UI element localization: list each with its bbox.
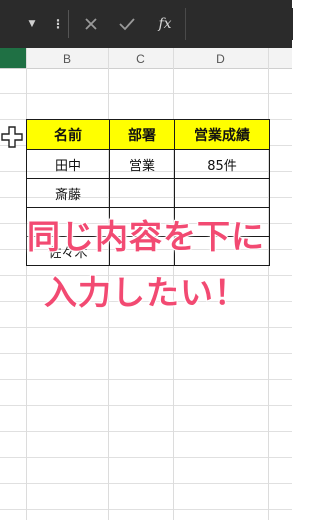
- more-options-icon[interactable]: ⋮: [52, 15, 64, 33]
- select-all-corner[interactable]: [0, 48, 26, 68]
- table-cell[interactable]: 斎藤: [26, 178, 110, 208]
- table-header-row: 名前 部署 営業成績: [26, 119, 270, 150]
- table-cell[interactable]: [109, 178, 175, 208]
- table-row: 田中 営業 85件: [26, 149, 270, 179]
- header-cell-name[interactable]: 名前: [26, 119, 110, 150]
- table-row: 斎藤: [26, 178, 270, 208]
- column-header-d[interactable]: D: [173, 48, 268, 68]
- fill-cursor-icon: [1, 126, 23, 148]
- header-cell-department[interactable]: 部署: [109, 119, 175, 150]
- overlay-caption-line2: 入力したい！: [43, 272, 248, 313]
- cancel-icon[interactable]: [80, 12, 102, 36]
- confirm-icon[interactable]: [116, 12, 138, 36]
- insert-function-icon[interactable]: fx: [153, 12, 177, 36]
- column-header-c[interactable]: C: [108, 48, 173, 68]
- formula-bar-divider: [68, 10, 69, 38]
- table-cell[interactable]: 田中: [26, 149, 110, 179]
- column-header-row: B C D: [0, 48, 292, 69]
- table-cell[interactable]: 85件: [174, 149, 270, 179]
- table-cell[interactable]: 営業: [109, 149, 175, 179]
- header-cell-sales[interactable]: 営業成績: [174, 119, 270, 150]
- overlay-caption-line1: 同じ内容を下に: [26, 216, 265, 257]
- namebox-dropdown-icon[interactable]: ▼: [27, 16, 37, 32]
- formula-input[interactable]: [185, 8, 293, 40]
- table-cell[interactable]: [174, 178, 270, 208]
- formula-bar: ▼ ⋮ fx: [0, 0, 293, 48]
- column-header-b[interactable]: B: [26, 48, 108, 68]
